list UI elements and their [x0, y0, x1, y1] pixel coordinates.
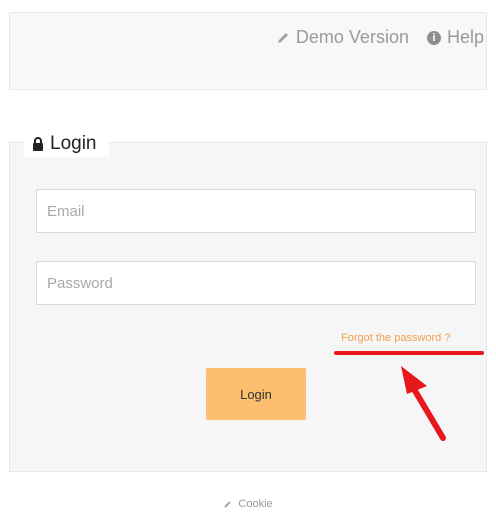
info-circle-icon: i: [426, 30, 441, 45]
cookie-edit-icon: [224, 500, 232, 508]
help-label: Help: [446, 27, 484, 47]
demo-version-link[interactable]: Demo Version: [276, 27, 409, 48]
top-nav-links: Demo Version i Help: [276, 27, 484, 48]
login-legend: Login: [24, 131, 109, 157]
email-field[interactable]: [36, 189, 476, 233]
login-legend-label: Login: [50, 133, 97, 154]
lock-icon: [33, 137, 43, 151]
annotation-underline: [334, 351, 484, 355]
password-field[interactable]: [36, 261, 476, 305]
help-link[interactable]: i Help: [426, 27, 484, 48]
demo-version-label: Demo Version: [295, 27, 409, 47]
login-button[interactable]: Login: [206, 368, 306, 420]
cookie-label: Cookie: [238, 498, 273, 510]
pencil-icon: [277, 32, 288, 43]
forgot-password-link[interactable]: Forgot the password ?: [341, 332, 450, 344]
red-arrow-icon: [401, 366, 446, 441]
top-navbar: [9, 12, 487, 90]
cookie-link[interactable]: Cookie: [0, 498, 496, 510]
